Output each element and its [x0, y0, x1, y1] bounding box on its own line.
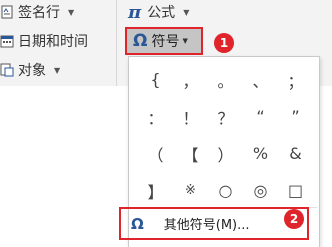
ribbon-divider	[116, 0, 117, 86]
omega-icon: Ω	[131, 214, 144, 233]
symbol-cell[interactable]: {	[138, 61, 173, 98]
signature-line-button[interactable]: 签名行 ▼	[0, 1, 74, 23]
more-symbols-label: 其他符号(M)...	[163, 218, 250, 233]
pi-icon: π	[128, 1, 142, 23]
symbol-cell[interactable]: ”	[278, 98, 313, 135]
symbol-cell[interactable]: ？	[208, 98, 243, 135]
chevron-down-icon: ▼	[54, 65, 61, 75]
symbol-button[interactable]: Ω 符号 ▼	[125, 27, 203, 55]
omega-icon: Ω	[133, 31, 148, 51]
symbol-cell[interactable]: 【	[173, 135, 208, 172]
calendar-icon	[0, 33, 14, 49]
symbol-cell[interactable]: ：	[138, 98, 173, 135]
object-label: 对象	[18, 63, 46, 79]
signature-icon	[0, 4, 14, 20]
symbol-cell[interactable]: &	[278, 135, 313, 172]
symbol-cell[interactable]: （	[138, 135, 173, 172]
symbol-cell[interactable]: 、	[243, 61, 278, 98]
object-button[interactable]: 对象 ▼	[0, 59, 60, 81]
symbol-label: 符号	[151, 34, 180, 50]
date-time-button[interactable]: 日期和时间	[0, 30, 88, 52]
symbol-cell[interactable]: ！	[173, 98, 208, 135]
symbol-cell[interactable]: “	[243, 98, 278, 135]
more-symbols-item[interactable]: Ω 其他符号(M)...	[119, 207, 309, 240]
object-icon	[0, 62, 14, 78]
symbol-cell[interactable]: ，	[173, 61, 208, 98]
symbol-cell[interactable]: ○	[208, 172, 243, 209]
symbol-cell[interactable]: ◎	[243, 172, 278, 209]
date-time-label: 日期和时间	[18, 34, 88, 50]
symbol-cell[interactable]: ）	[208, 135, 243, 172]
chevron-down-icon: ▼	[183, 7, 190, 17]
symbol-cell[interactable]: 】	[138, 172, 173, 209]
equation-label: 公式	[147, 5, 176, 21]
chevron-down-icon: ▼	[68, 7, 75, 17]
symbol-cell[interactable]: □	[278, 172, 313, 209]
chevron-down-icon: ▼	[182, 37, 188, 45]
symbol-cell[interactable]: ※	[173, 172, 208, 209]
step-badge-2: 2	[284, 209, 304, 229]
symbol-cell[interactable]: ；	[278, 61, 313, 98]
step-badge-1: 1	[214, 33, 234, 53]
signature-line-label: 签名行	[18, 5, 60, 21]
symbol-cell[interactable]: 。	[208, 61, 243, 98]
symbol-cell[interactable]: %	[243, 135, 278, 172]
equation-button[interactable]: π 公式 ▼	[128, 1, 189, 23]
symbol-grid: { ， 。 、 ； ： ！ ？ “ ” （ 【 ） % & 】 ※ ○ ◎ □	[138, 61, 312, 209]
